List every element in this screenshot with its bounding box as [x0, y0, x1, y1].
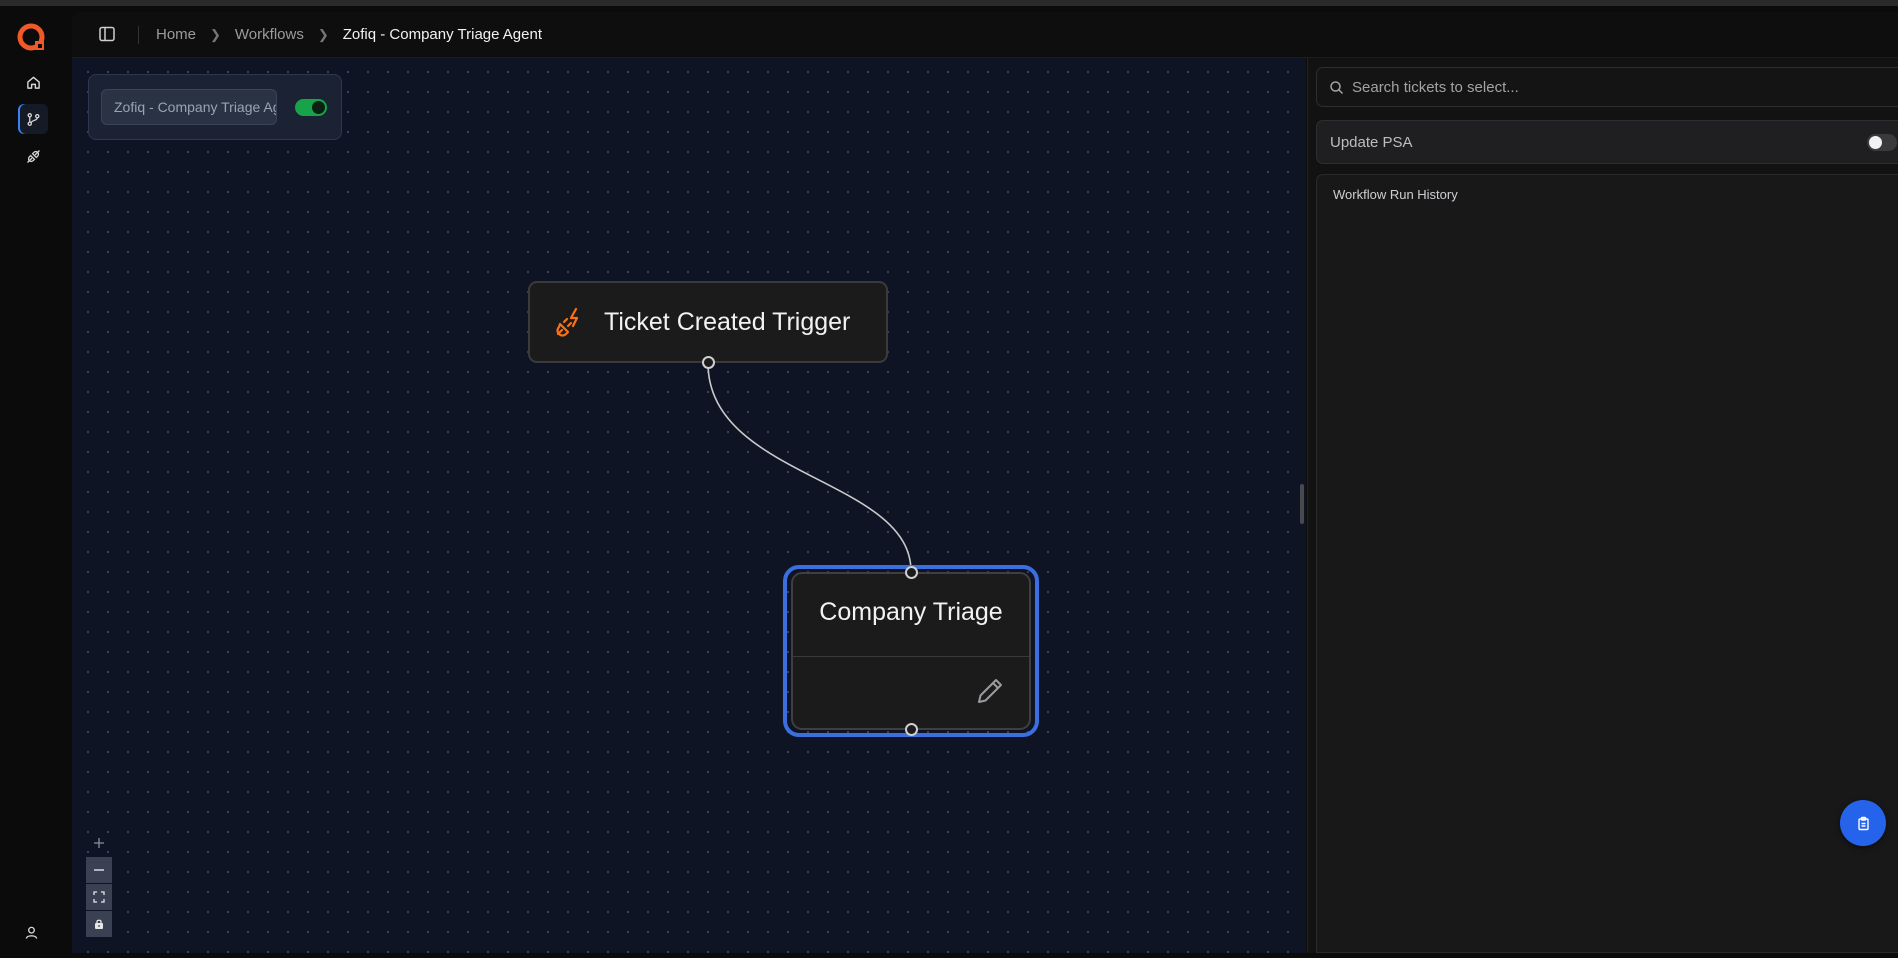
sidebar-toggle-icon[interactable] — [98, 25, 116, 43]
update-psa-toggle[interactable] — [1867, 134, 1897, 151]
trigger-node-title: Ticket Created Trigger — [604, 307, 851, 336]
zoom-in-button[interactable] — [86, 830, 112, 856]
zoom-in-icon — [94, 838, 104, 848]
trigger-output-handle[interactable] — [702, 356, 715, 369]
clipboard-fab-button[interactable] — [1840, 800, 1886, 846]
nav-integrations-button[interactable] — [18, 141, 48, 171]
nav-workflows-button[interactable] — [18, 104, 48, 134]
chevron-right-icon: ❯ — [317, 26, 329, 42]
search-icon — [1330, 80, 1344, 94]
lock-icon — [95, 919, 103, 929]
nav-home-button[interactable] — [18, 67, 48, 97]
zoom-out-button[interactable] — [86, 857, 112, 883]
header-divider — [138, 26, 139, 44]
breadcrumb-current: Zofiq - Company Triage Agent — [342, 26, 543, 43]
breadcrumb: Home ❯ Workflows ❯ Zofiq - Company Triag… — [156, 12, 542, 57]
trigger-node[interactable]: Ticket Created Trigger — [528, 281, 888, 363]
edge-trigger-to-triage — [707, 362, 912, 573]
workflow-canvas[interactable]: Zofiq - Company Triage Agent Ticket Crea… — [72, 58, 1306, 953]
clipboard-icon — [1857, 816, 1869, 830]
panel-resize-handle[interactable] — [1300, 484, 1304, 524]
update-psa-label: Update PSA — [1330, 134, 1413, 151]
breadcrumb-home[interactable]: Home — [156, 26, 196, 43]
fit-view-button[interactable] — [86, 884, 112, 910]
toggle-knob — [1869, 136, 1882, 149]
user-account-button[interactable] — [18, 919, 44, 945]
zoom-out-icon — [94, 869, 104, 871]
window-top-bar — [0, 0, 1898, 6]
search-placeholder: Search tickets to select... — [1352, 78, 1519, 96]
edge-layer — [707, 362, 912, 573]
right-panel: Search tickets to select... Update PSA W… — [1307, 58, 1898, 953]
fit-view-icon — [93, 891, 105, 903]
plug-lightning-icon — [556, 307, 579, 337]
home-icon — [26, 76, 40, 89]
top-header: Home ❯ Workflows ❯ Zofiq - Company Triag… — [72, 12, 1898, 58]
zoom-controls — [86, 830, 112, 938]
triage-node-title: Company Triage — [819, 598, 1003, 626]
breadcrumb-workflows[interactable]: Workflows — [235, 26, 304, 43]
triage-input-handle[interactable] — [905, 566, 918, 579]
triage-node[interactable]: Company Triage — [791, 572, 1031, 730]
workflow-branch-icon — [26, 112, 40, 126]
triage-output-handle[interactable] — [905, 723, 918, 736]
node-divider — [793, 656, 1029, 657]
pencil-icon[interactable] — [973, 674, 1007, 708]
left-rail — [0, 6, 70, 958]
ticket-search-input[interactable]: Search tickets to select... — [1316, 67, 1898, 107]
plug-icon — [26, 149, 40, 163]
workflow-run-history-title: Workflow Run History — [1333, 187, 1458, 202]
chevron-right-icon: ❯ — [210, 26, 221, 42]
update-psa-row: Update PSA — [1316, 120, 1898, 164]
workflow-run-history-panel: Workflow Run History — [1316, 174, 1898, 953]
user-icon — [25, 926, 37, 939]
lock-button[interactable] — [86, 911, 112, 937]
zofiq-logo-icon[interactable] — [14, 20, 50, 56]
